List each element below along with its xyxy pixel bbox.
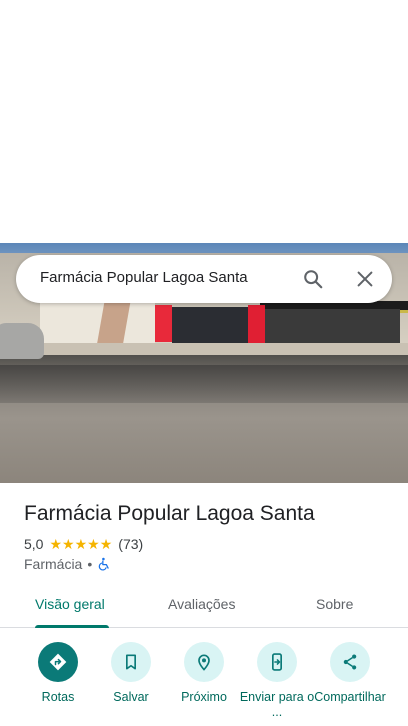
close-icon[interactable] — [354, 268, 376, 290]
send-to-phone-icon — [272, 653, 282, 671]
place-title: Farmácia Popular Lagoa Santa — [24, 502, 315, 525]
directions-button[interactable]: Rotas — [20, 642, 96, 726]
star-icon: ★ — [49, 536, 63, 552]
rating-row[interactable]: 5,0 ★ ★ ★ ★ ★ (73) — [24, 536, 143, 552]
star-rating: ★ ★ ★ ★ ★ — [49, 537, 112, 551]
separator-dot: • — [87, 556, 93, 572]
share-label: Compartilhar — [314, 690, 386, 704]
search-input[interactable]: Farmácia Popular Lagoa Santa — [40, 269, 248, 286]
send-to-phone-button[interactable]: Enviar para o ... — [239, 642, 315, 726]
nearby-icon — [198, 654, 210, 671]
rating-value: 5,0 — [24, 536, 44, 552]
wheelchair-accessible-icon — [97, 557, 111, 571]
review-count[interactable]: (73) — [118, 536, 143, 552]
active-tab-indicator — [35, 625, 109, 628]
tab-about[interactable]: Sobre — [316, 596, 353, 612]
search-bar[interactable]: Farmácia Popular Lagoa Santa — [16, 255, 392, 303]
star-icon: ★ — [74, 536, 88, 552]
share-button[interactable]: Compartilhar — [312, 642, 388, 726]
star-icon: ★ — [62, 536, 75, 552]
directions-icon — [49, 653, 67, 671]
save-button[interactable]: Salvar — [93, 642, 169, 726]
tab-overview[interactable]: Visão geral — [35, 596, 105, 612]
nearby-button[interactable]: Próximo — [166, 642, 242, 726]
action-buttons: Rotas Salvar Próximo Enviar para o ... C… — [0, 640, 408, 726]
share-icon — [343, 654, 357, 670]
map-blank-area — [0, 0, 408, 243]
search-icon[interactable] — [302, 268, 324, 290]
place-category: Farmácia — [24, 556, 83, 572]
bookmark-icon — [126, 654, 136, 670]
tab-bar: Visão geral Avaliações Sobre — [0, 582, 408, 628]
category-row: Farmácia • — [24, 556, 111, 572]
star-icon: ★ — [99, 536, 113, 552]
tab-reviews[interactable]: Avaliações — [168, 596, 235, 612]
star-icon: ★ — [87, 536, 100, 552]
